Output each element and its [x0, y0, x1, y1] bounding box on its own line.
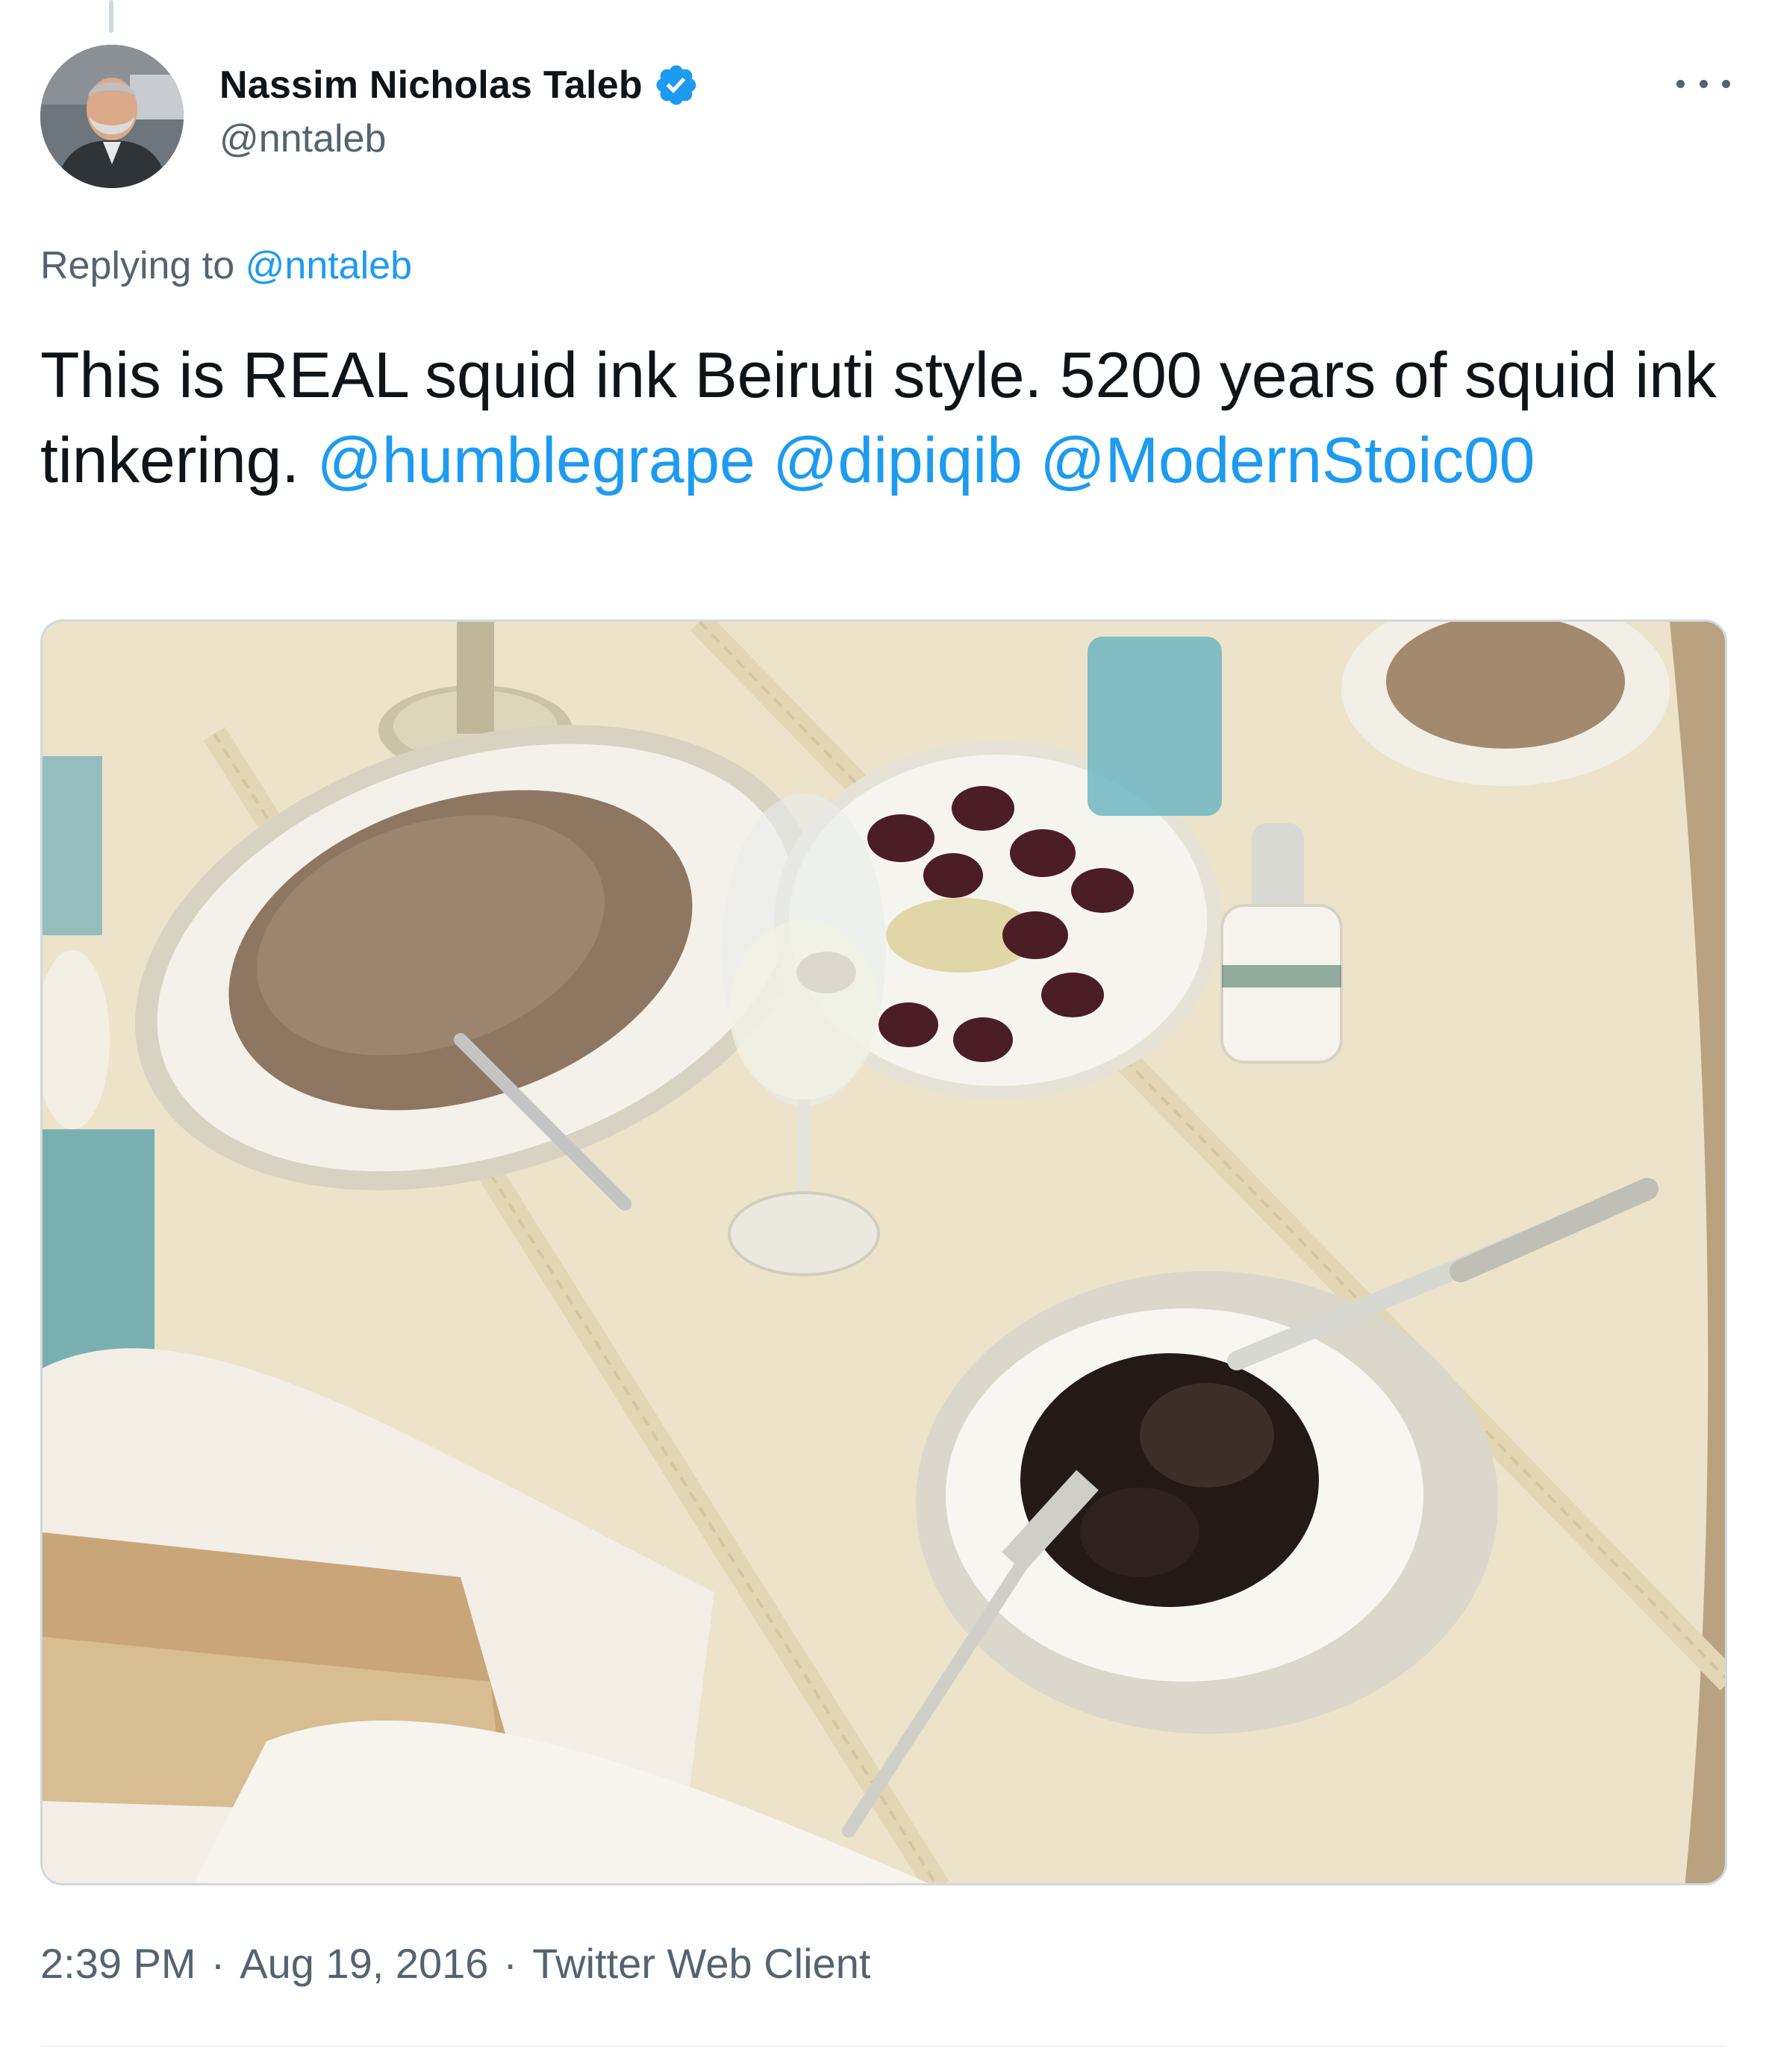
more-options-button[interactable]: [1676, 69, 1730, 99]
meta-separator: ·: [503, 1940, 518, 1987]
tweet-text: This is REAL squid ink Beiruti style. 52…: [40, 333, 1727, 503]
tweet-date[interactable]: Aug 19, 2016: [240, 1939, 488, 1988]
thread-connector-line: [109, 0, 113, 33]
author-handle[interactable]: @nntaleb: [219, 116, 699, 161]
bottom-divider: [40, 2045, 1726, 2047]
avatar-photo: [40, 45, 184, 188]
ellipsis-icon-dot: [1722, 79, 1730, 88]
mention-link[interactable]: @humblegrape: [317, 425, 755, 496]
photo-table-setting: [43, 622, 1725, 1883]
replying-to-prefix: Replying to: [40, 244, 235, 287]
author-block[interactable]: Nassim Nicholas Taleb @nntaleb: [219, 58, 699, 161]
mention-link[interactable]: @dipiqib: [773, 425, 1023, 496]
tweet-client: Twitter Web Client: [532, 1940, 871, 1987]
replying-to-handle-link[interactable]: @nntaleb: [246, 244, 412, 287]
replying-to-line: Replying to @nntaleb: [40, 243, 412, 288]
tweet-photo[interactable]: [40, 620, 1727, 1885]
author-display-name[interactable]: Nassim Nicholas Taleb: [219, 63, 643, 107]
ellipsis-icon-dot: [1676, 79, 1685, 88]
tweet-time[interactable]: 2:39 PM: [40, 1939, 196, 1988]
mention-link[interactable]: @ModernStoic00: [1040, 425, 1535, 496]
meta-separator: ·: [210, 1940, 225, 1987]
tweet-metadata: 2:39 PM · Aug 19, 2016 · Twitter Web Cli…: [40, 1939, 870, 1988]
verified-badge-icon: [656, 65, 696, 105]
ellipsis-icon-dot: [1699, 79, 1708, 88]
author-avatar[interactable]: [40, 45, 184, 188]
